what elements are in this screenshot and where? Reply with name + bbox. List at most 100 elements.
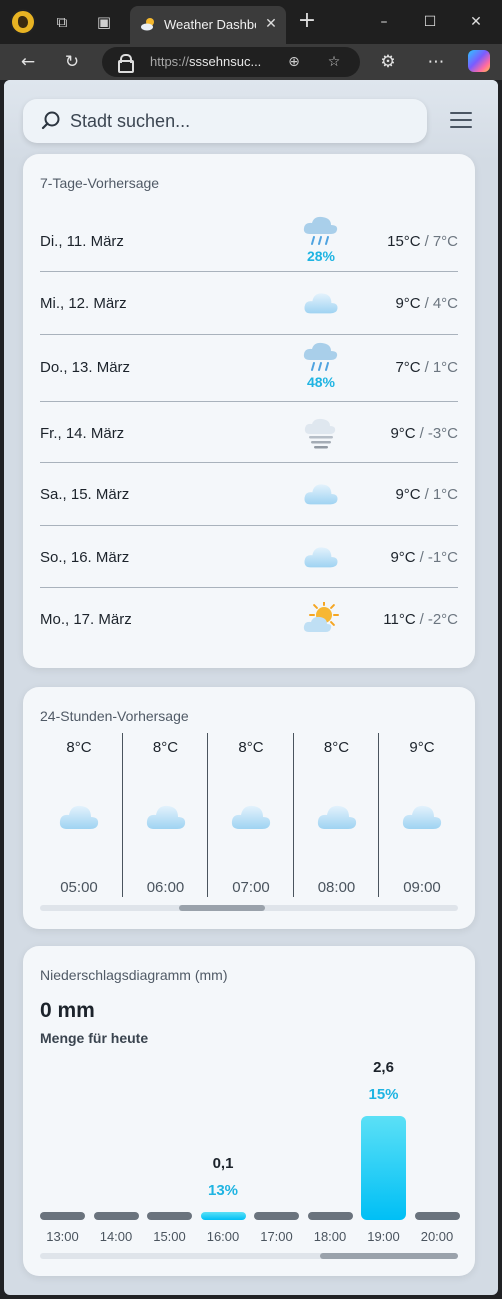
favorite-icon[interactable]: ☆ (324, 52, 344, 72)
hour-item[interactable]: 9°C 09:00 (378, 733, 464, 897)
bar-probability-label: 13% (207, 1182, 239, 1199)
extensions-icon[interactable]: ⚙ (376, 50, 400, 74)
cloud-icon (57, 799, 101, 835)
day-row[interactable]: Sa., 15. März 9°C/1°C (40, 463, 458, 526)
day-temperature: 9°C/4°C (395, 295, 458, 312)
minimize-icon[interactable]: – (374, 12, 394, 32)
maximize-icon[interactable]: ☐ (420, 12, 440, 32)
browser-titlebar: ⧉ ▣ Weather Dashboard ✕ + – ☐ ✕ (0, 0, 502, 44)
cloud-icon (302, 286, 340, 320)
card-title-precip: Niederschlagsdiagramm (mm) (40, 967, 228, 983)
precip-bar (361, 1116, 406, 1220)
day-temperature: 7°C/1°C (395, 359, 458, 376)
chart-scroll-thumb[interactable] (320, 1253, 458, 1259)
bar-time-label: 20:00 (420, 1229, 454, 1244)
sun-cloud-icon (302, 600, 340, 636)
close-window-icon[interactable]: ✕ (466, 12, 486, 32)
reload-icon[interactable]: ↻ (60, 50, 84, 74)
temp-high: 9°C (395, 295, 421, 312)
day-temperature: 9°C / -3°C (390, 425, 458, 442)
temp-separator: / (424, 359, 429, 376)
more-icon[interactable]: ⋯ (424, 50, 448, 74)
temp-high: 9°C (390, 425, 416, 442)
precip-chart-card: Niederschlagsdiagramm (mm) 0 mm Menge fü… (23, 946, 475, 1276)
bar-time-label: 16:00 (206, 1229, 240, 1244)
day-name: So., 16. März (40, 549, 130, 566)
hour-temperature: 8°C (152, 739, 179, 756)
day-name: Mo., 17. März (40, 611, 132, 628)
weather-page: Stadt suchen... 7-Tage-Vorhersage Di., 1… (4, 80, 498, 1295)
bar-time-label: 19:00 (367, 1229, 400, 1244)
address-bar[interactable]: https://sssehnsuc... ⊕ ☆ (102, 47, 360, 77)
search-icon (41, 111, 60, 130)
copilot-icon[interactable] (468, 50, 490, 72)
temp-high: 9°C (390, 549, 416, 566)
precip-bar (93, 1212, 139, 1220)
hour-item[interactable]: 8°C 07:00 (207, 733, 293, 897)
temp-high: 7°C (395, 359, 421, 376)
hourly-scrollbar[interactable] (40, 905, 458, 911)
hour-temperature: 8°C (238, 739, 264, 756)
precip-probability: 28% (306, 248, 336, 264)
precip-probability: 48% (306, 374, 336, 390)
day-row[interactable]: Mo., 17. März 11°C / -2°C (40, 588, 458, 650)
weather-favicon-icon (141, 18, 154, 31)
precip-bar (147, 1212, 192, 1220)
bar-time-label: 17:00 (260, 1229, 293, 1244)
tab-actions-icon[interactable]: ▣ (94, 12, 114, 32)
workspaces-icon[interactable]: ⧉ (52, 12, 72, 32)
day-name: Mi., 12. März (40, 295, 127, 312)
temp-separator: / (424, 295, 429, 312)
hourly-scroll-thumb[interactable] (179, 905, 265, 911)
temp-low: 4°C (432, 295, 458, 312)
day-name: Di., 11. März (40, 233, 124, 250)
hour-item[interactable]: 8°C 08:00 (292, 733, 379, 897)
chart-scrollbar[interactable] (40, 1253, 458, 1259)
profile-logo-icon[interactable] (10, 9, 36, 35)
tab-close-icon[interactable]: ✕ (262, 15, 280, 33)
hour-time: 05:00 (60, 879, 98, 896)
temp-separator: / (424, 233, 429, 250)
browser-tab[interactable]: Weather Dashboard ✕ (130, 6, 286, 44)
temp-low: -3°C (427, 425, 458, 442)
card-title-24h: 24-Stunden-Vorhersage (40, 708, 189, 724)
zoom-icon[interactable]: ⊕ (284, 52, 304, 72)
temp-separator: / (419, 425, 424, 442)
bar-value-label: 2,6 (373, 1059, 394, 1076)
hour-time: 07:00 (232, 879, 270, 896)
cloud-icon (302, 540, 340, 574)
hamburger-menu-icon[interactable] (450, 112, 472, 128)
lock-icon[interactable] (118, 54, 134, 73)
day-row[interactable]: Fr., 14. März 9°C / -3°C (40, 402, 458, 463)
temp-high: 15°C (387, 233, 421, 250)
day-row[interactable]: Di., 11. März 28% 15°C/7°C (40, 210, 458, 272)
hour-item[interactable]: 8°C 06:00 (121, 733, 208, 897)
precip-bar (40, 1212, 85, 1220)
temp-low: -2°C (427, 611, 458, 628)
day-name: Sa., 15. März (40, 486, 130, 503)
hour-temperature: 8°C (66, 739, 92, 756)
day-row[interactable]: So., 16. März 9°C / -1°C (40, 526, 458, 588)
day-row[interactable]: Do., 13. März 48% 7°C/1°C (40, 336, 458, 402)
hour-item[interactable]: 8°C 05:00 (36, 733, 122, 897)
hour-time: 09:00 (403, 879, 441, 896)
day-name: Fr., 14. März (40, 425, 125, 442)
back-icon[interactable]: ← (16, 50, 40, 74)
day-row[interactable]: Mi., 12. März 9°C/4°C (40, 272, 458, 335)
precip-bar (414, 1212, 460, 1220)
day-temperature: 11°C / -2°C (383, 611, 458, 628)
cloud-icon (229, 799, 273, 835)
new-tab-icon[interactable]: + (296, 10, 318, 33)
hour-time: 08:00 (317, 879, 356, 896)
tab-title: Weather Dashboard (164, 17, 256, 32)
search-input[interactable]: Stadt suchen... (23, 99, 427, 143)
url-text[interactable]: https://sssehnsuc... (150, 54, 272, 70)
bar-time-label: 15:00 (153, 1229, 186, 1244)
temp-low: 1°C (432, 486, 458, 503)
forecast-24h-card: 24-Stunden-Vorhersage 8°C 05:00 8°C 06:00 8°… (23, 687, 475, 929)
hour-temperature: 9°C (409, 739, 435, 756)
temp-low: -1°C (427, 549, 458, 566)
forecast-7day-card: 7-Tage-Vorhersage Di., 11. März 28% 15°C/7… (23, 154, 475, 668)
day-name: Do., 13. März (40, 359, 131, 376)
bar-time-label: 18:00 (313, 1229, 347, 1244)
